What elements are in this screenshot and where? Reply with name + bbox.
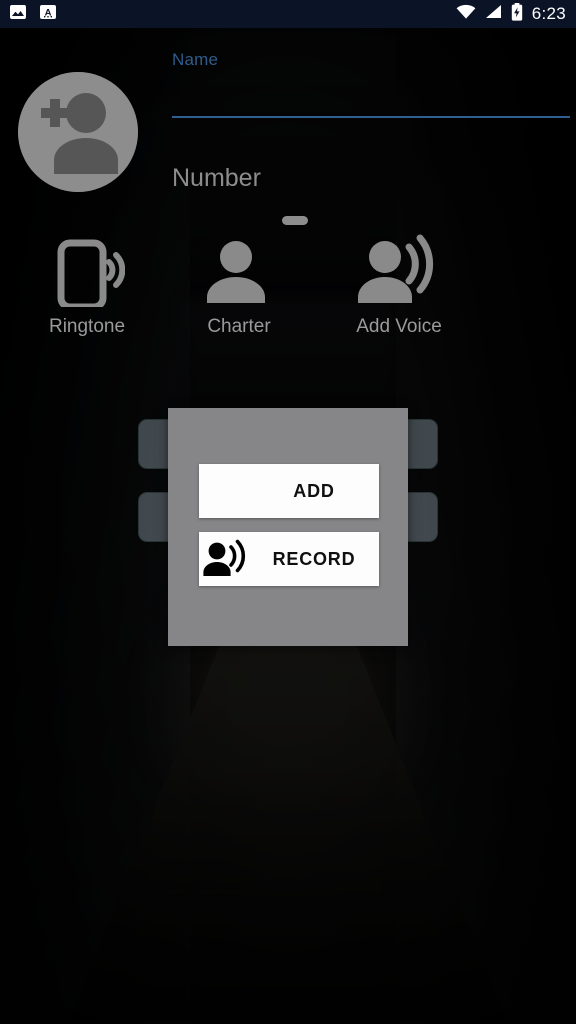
status-bar-clock: 6:23 — [531, 4, 566, 23]
dialog-add-button[interactable]: ADD — [199, 464, 379, 518]
phone-ringtone-icon — [49, 226, 125, 312]
dialog-record-button[interactable]: RECORD — [199, 532, 379, 586]
status-bar: A 6:23 — [0, 0, 576, 28]
person-voice-icon — [357, 226, 441, 312]
dialog-record-label: RECORD — [272, 548, 356, 569]
action-charter[interactable]: Charter — [174, 226, 304, 356]
image-icon — [10, 4, 26, 25]
action-add-voice-label: Add Voice — [356, 316, 442, 337]
keyboard-language-icon: A — [40, 4, 56, 25]
status-bar-right-icons: 6:23 — [456, 2, 566, 26]
voice-source-dialog: ADD RECORD — [168, 408, 408, 646]
app-screen: A 6:23 Name Number Ringtone Charter Add … — [0, 0, 576, 1024]
person-voice-icon — [199, 539, 255, 579]
number-input[interactable] — [172, 160, 570, 196]
person-icon — [201, 226, 277, 312]
add-contact-avatar-icon — [18, 72, 138, 192]
dialog-add-label: ADD — [293, 480, 335, 501]
contact-avatar[interactable] — [18, 72, 138, 192]
battery-charging-icon — [511, 2, 523, 26]
name-field-underline — [172, 116, 570, 118]
status-bar-left-icons: A — [10, 4, 56, 25]
action-add-voice[interactable]: Add Voice — [334, 226, 464, 356]
wifi-icon — [456, 4, 476, 25]
cellular-signal-icon — [485, 4, 502, 25]
name-input[interactable] — [172, 70, 570, 116]
text-cursor-handle[interactable] — [282, 216, 308, 225]
action-charter-label: Charter — [207, 316, 271, 337]
number-field[interactable] — [172, 160, 570, 225]
action-icon-row: Ringtone Charter Add Voice — [0, 226, 576, 356]
action-ringtone[interactable]: Ringtone — [22, 226, 152, 356]
name-field-label: Name — [172, 50, 219, 69]
action-ringtone-label: Ringtone — [48, 316, 126, 337]
name-field[interactable]: Name — [172, 50, 570, 118]
